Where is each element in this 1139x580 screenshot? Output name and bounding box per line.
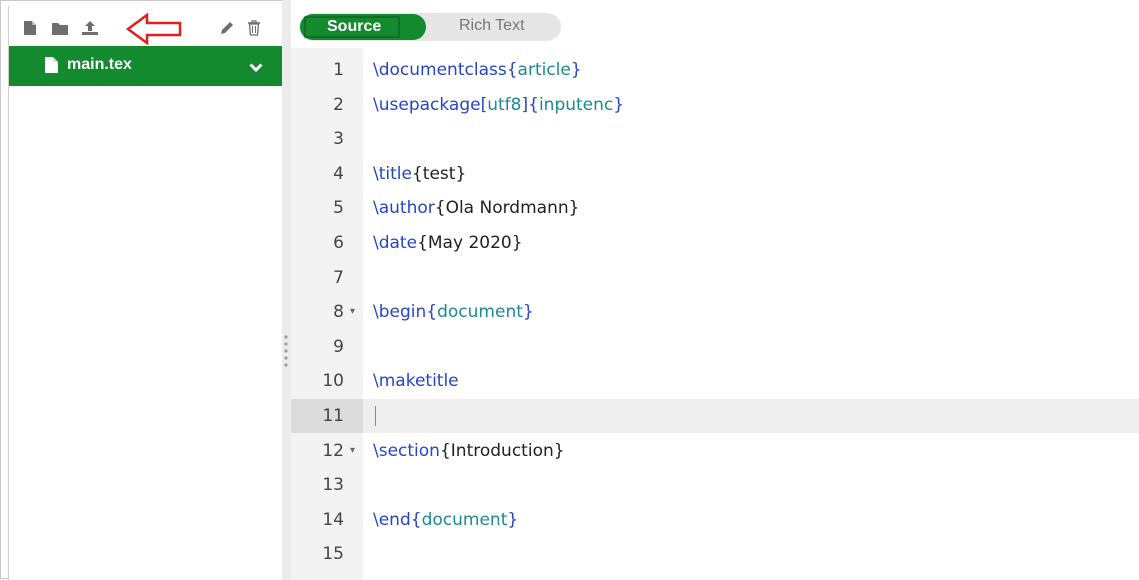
rename-icon[interactable] xyxy=(219,20,235,41)
new-folder-icon[interactable] xyxy=(51,20,69,41)
drag-handle-icon[interactable] xyxy=(283,334,289,373)
upload-icon[interactable] xyxy=(81,20,99,41)
line-number: 4 xyxy=(333,163,344,184)
code-text: \usepackage[utf8]{inputenc} xyxy=(373,94,625,115)
code-line[interactable]: 9 xyxy=(291,330,1139,364)
delete-icon[interactable] xyxy=(247,20,261,41)
file-icon xyxy=(45,57,58,78)
code-line[interactable]: 2 \usepackage[utf8]{inputenc} xyxy=(291,88,1139,122)
line-number: 1 xyxy=(333,60,344,80)
line-number: 3 xyxy=(333,129,344,150)
code-line[interactable]: 4 \title{test} xyxy=(291,157,1139,191)
code-text: \begin{document} xyxy=(373,302,534,323)
code-line[interactable]: 6 \date{May 2020} xyxy=(291,226,1139,260)
line-number: 9 xyxy=(333,336,344,357)
line-number: 14 xyxy=(322,509,344,530)
tab-source[interactable]: Source xyxy=(300,14,426,40)
line-number: 5 xyxy=(333,198,344,219)
file-name: main.tex xyxy=(67,56,132,73)
code-line[interactable]: 15 xyxy=(291,537,1139,571)
new-file-icon[interactable] xyxy=(23,20,37,41)
line-number: 15 xyxy=(322,544,344,565)
code-text xyxy=(363,399,1139,433)
line-number: 6 xyxy=(333,233,344,253)
code-text: \end{document} xyxy=(373,509,519,530)
line-number: 11 xyxy=(291,399,363,433)
line-number: 7 xyxy=(333,267,344,288)
text-cursor xyxy=(375,406,376,426)
tab-source-label: Source xyxy=(327,18,382,35)
file-item-main-tex[interactable]: main.tex xyxy=(9,46,283,86)
fold-toggle-icon[interactable]: ▾ xyxy=(350,434,355,468)
chevron-down-icon[interactable] xyxy=(249,60,263,78)
editor-mode-toggle: Source Rich Text xyxy=(299,13,561,41)
code-line[interactable]: 14 \end{document} xyxy=(291,503,1139,537)
tab-rich-text[interactable]: Rich Text xyxy=(459,17,525,35)
code-line[interactable]: 7 xyxy=(291,261,1139,295)
code-line[interactable]: 8 ▾ \begin{document} xyxy=(291,295,1139,329)
editor-mode-bar: Source Rich Text xyxy=(291,0,1139,48)
code-line[interactable]: 10 \maketitle xyxy=(291,364,1139,398)
code-text: \documentclass{article} xyxy=(373,60,582,80)
line-number: 13 xyxy=(322,475,344,496)
fold-toggle-icon[interactable]: ▾ xyxy=(350,295,355,329)
pane-splitter[interactable] xyxy=(282,0,291,580)
file-toolbar xyxy=(9,6,283,46)
code-text: \section{Introduction} xyxy=(373,440,565,461)
code-line[interactable]: 5 \author{Ola Nordmann} xyxy=(291,191,1139,225)
code-text: \maketitle xyxy=(373,371,459,392)
code-line[interactable]: 13 xyxy=(291,468,1139,502)
code-text: \title{test} xyxy=(373,163,467,184)
file-sidebar: main.tex xyxy=(8,6,283,580)
code-line[interactable]: 11 xyxy=(291,399,1139,433)
line-number: 2 xyxy=(333,94,344,115)
code-line[interactable]: 1 \documentclass{article} xyxy=(291,53,1139,87)
code-text: \author{Ola Nordmann} xyxy=(373,198,580,219)
code-line[interactable]: 12 ▾ \section{Introduction} xyxy=(291,434,1139,468)
line-number: 10 xyxy=(322,371,344,392)
code-line[interactable]: 3 xyxy=(291,122,1139,156)
code-text: \date{May 2020} xyxy=(373,233,523,253)
